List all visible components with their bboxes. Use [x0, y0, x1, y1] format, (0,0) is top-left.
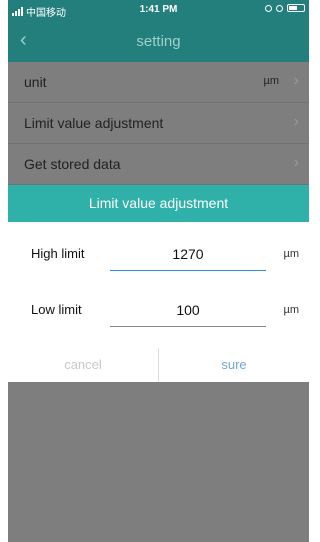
- cancel-button[interactable]: cancel: [8, 348, 158, 382]
- sure-button[interactable]: sure: [159, 348, 309, 382]
- low-limit-label: Low limit: [31, 302, 82, 317]
- setting-value: µm: [263, 75, 279, 87]
- low-limit-row: Low limit µm: [8, 290, 309, 330]
- setting-item-limit-value[interactable]: Limit value adjustment ›: [8, 103, 309, 144]
- setting-label: unit: [24, 74, 47, 90]
- status-right: [265, 4, 305, 12]
- alarm-icon: [276, 4, 283, 12]
- status-time: 1:41 PM: [139, 4, 178, 15]
- battery-icon: [287, 4, 305, 12]
- high-limit-input[interactable]: [110, 238, 266, 271]
- dialog-buttons: cancel sure: [8, 348, 309, 382]
- status-bar: 中国移动 1:41 PM: [8, 0, 309, 20]
- location-icon: [265, 4, 272, 12]
- dim-overlay[interactable]: [8, 382, 309, 542]
- chevron-right-icon: ›: [293, 72, 299, 89]
- chevron-right-icon: ›: [293, 113, 299, 130]
- limit-dialog: High limit µm Low limit µm cancel sure: [8, 222, 309, 382]
- high-limit-row: High limit µm: [8, 234, 309, 274]
- setting-item-stored-data[interactable]: Get stored data ›: [8, 144, 309, 185]
- setting-label: Limit value adjustment: [24, 115, 164, 131]
- setting-item-unit[interactable]: unit µm ›: [8, 62, 309, 103]
- high-limit-unit: µm: [283, 248, 299, 260]
- settings-list: unit µm › Limit value adjustment › Get s…: [8, 62, 309, 185]
- page-title: setting: [136, 33, 181, 50]
- chevron-right-icon: ›: [293, 154, 299, 171]
- setting-label: Get stored data: [24, 156, 121, 172]
- dialog-title: Limit value adjustment: [8, 185, 309, 222]
- low-limit-unit: µm: [283, 304, 299, 316]
- app-screen: 中国移动 1:41 PM ‹ setting unit µm › Limit v…: [8, 0, 309, 542]
- high-limit-label: High limit: [31, 246, 85, 261]
- nav-bar: ‹ setting: [8, 20, 309, 62]
- low-limit-input[interactable]: [110, 294, 266, 327]
